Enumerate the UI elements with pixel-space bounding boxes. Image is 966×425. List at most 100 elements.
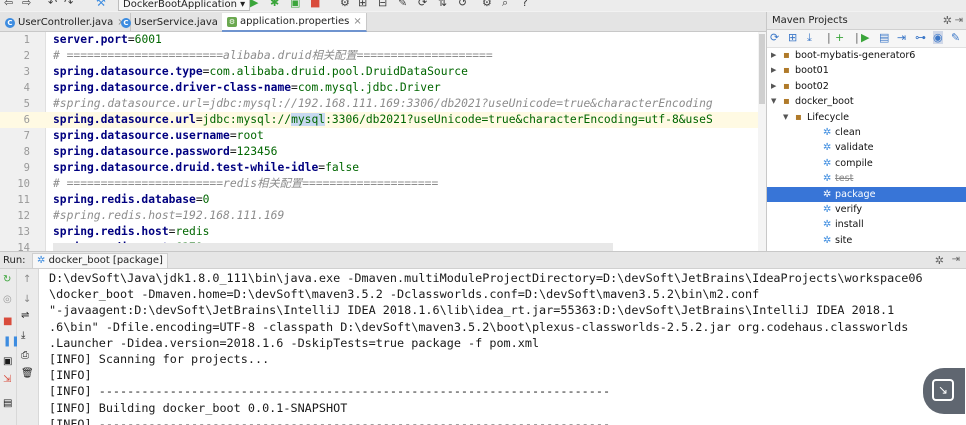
hammer-icon[interactable]: ⚒ (96, 0, 106, 9)
settings-icon[interactable]: ⚙ (482, 0, 492, 9)
code-line[interactable]: 5 #spring.datasource.url=jdbc:mysql://192… (0, 96, 766, 112)
redo-icon[interactable]: ↷ (64, 0, 73, 9)
property-value: jdbc:mysql:// (202, 113, 292, 126)
collapse-icon[interactable]: ◉ (933, 31, 943, 44)
run-config-select[interactable]: DockerBootApplication ▾ (118, 0, 251, 11)
code-line[interactable]: 13 spring.redis.host=redis (0, 224, 766, 240)
show-dependencies-icon[interactable]: ⊶ (915, 31, 926, 44)
trash-icon[interactable]: 🗑 (21, 369, 34, 379)
maven-tree-item[interactable]: ✲ package (767, 186, 966, 202)
maven-tree-item[interactable]: ✲ verify (767, 202, 966, 217)
print-icon[interactable]: ⎙ (21, 351, 29, 361)
code-line[interactable]: 6 spring.datasource.url=jdbc:mysql://mysq… (0, 112, 766, 128)
maven-panel-title: Maven Projects (772, 15, 848, 26)
revert-icon[interactable]: ↺ (458, 0, 467, 9)
tab-0[interactable]: CUserController.java× (0, 13, 131, 32)
hide-panel-icon[interactable]: ⇥ (952, 254, 960, 265)
forward-icon[interactable]: ⇨ (22, 0, 31, 9)
code-editor[interactable]: 1 server.port=6001 2 # ====================… (0, 32, 766, 251)
maven-tree-item[interactable]: ✲ site (767, 233, 966, 248)
code-line[interactable]: 12 #spring.redis.host=192.168.111.169 (0, 208, 766, 224)
code-line[interactable]: 2 # =======================alibaba.druid相… (0, 48, 766, 64)
reimport-icon[interactable]: ⟳ (770, 31, 779, 44)
code-line[interactable]: 11 spring.redis.database=0 (0, 192, 766, 208)
generate-sources-icon[interactable]: ⊞ (788, 31, 797, 44)
maven-tree-item[interactable]: ✲ clean (767, 125, 966, 140)
editor-vertical-scrollbar[interactable] (758, 32, 766, 251)
tree-item-label: boot-mybatis-generator6 (795, 50, 916, 61)
tab-1[interactable]: CUserService.java× (116, 13, 236, 32)
sdk-icon[interactable]: ⊟ (378, 0, 387, 9)
help-icon[interactable]: ? (522, 0, 528, 9)
arrow-down-icon[interactable]: ↓ (23, 295, 31, 305)
code-line[interactable]: 10 # =======================redis相关配置====… (0, 176, 766, 192)
maven-tree-item[interactable]: ▼ ▪ Lifecycle (767, 110, 966, 125)
arrow-up-icon[interactable]: ↑ (23, 275, 31, 285)
toggle-offline-icon[interactable]: ▤ (879, 31, 889, 44)
structure-icon[interactable]: ⊞ (358, 0, 367, 9)
dump-icon[interactable]: ▣ (3, 357, 12, 367)
property-value: root (236, 129, 264, 142)
gear-icon[interactable]: ✲ (935, 254, 944, 267)
property-value: redis (175, 225, 210, 238)
run-goal-icon[interactable]: ▶ (861, 31, 869, 44)
build-icon[interactable]: ⚙ (340, 0, 350, 9)
coverage-icon[interactable]: ▣ (290, 0, 300, 9)
chevron-right-icon[interactable]: ▶ (771, 79, 776, 94)
stop-icon[interactable]: ■ (3, 317, 12, 327)
code-line[interactable]: 4 spring.datasource.driver-class-name=com… (0, 80, 766, 96)
scroll-thumb[interactable] (759, 34, 765, 104)
soft-wrap-icon[interactable]: ⇌ (21, 311, 29, 321)
wrench-icon[interactable]: ✎ (951, 31, 960, 44)
code-line[interactable]: 9 spring.datasource.druid.test-while-idle… (0, 160, 766, 176)
code-lines[interactable]: 1 server.port=6001 2 # ====================… (0, 32, 766, 251)
code-line[interactable]: 1 server.port=6001 (0, 32, 766, 48)
debug-icon[interactable]: ✱ (270, 0, 279, 9)
chevron-right-icon[interactable]: ▶ (771, 63, 776, 78)
maven-tree-item[interactable]: ✲ test (767, 171, 966, 186)
stop-inactive-icon[interactable]: ◎ (3, 295, 12, 305)
add-icon[interactable]: + (835, 31, 844, 44)
run-icon[interactable]: ▶ (250, 0, 258, 9)
line-number: 7 (23, 130, 30, 142)
wrench-icon[interactable]: ✎ (398, 0, 407, 9)
maven-tree-item[interactable]: ✲ validate (767, 140, 966, 155)
maven-tree-item[interactable]: ✲ compile (767, 156, 966, 171)
tab-2[interactable]: ⚙ application.properties × (222, 13, 367, 32)
editor-horizontal-scrollbar[interactable] (53, 243, 613, 251)
code-line[interactable]: 7 spring.datasource.username=root (0, 128, 766, 144)
close-icon[interactable]: × (353, 16, 361, 27)
hide-panel-icon[interactable]: ⇥ (955, 12, 963, 30)
floating-capture-button[interactable]: ↘ (923, 368, 965, 414)
maven-tree-item[interactable]: ▶ ▪ boot-mybatis-generator6 (767, 48, 966, 63)
layout-icon[interactable]: ▤ (3, 399, 12, 409)
skip-tests-icon[interactable]: ⇥ (897, 31, 906, 44)
vcs-icon[interactable]: ⇅ (438, 0, 447, 9)
maven-tree-item[interactable]: ▶ ▪ boot01 (767, 63, 966, 78)
rerun-icon[interactable]: ↻ (3, 275, 11, 285)
property-key: spring.redis.database (53, 193, 196, 206)
gear-icon[interactable]: ✲ (943, 12, 952, 30)
run-tab[interactable]: ✲ docker_boot [package] (32, 253, 168, 269)
code-line[interactable]: 8 spring.datasource.password=123456 (0, 144, 766, 160)
maven-tree-item[interactable]: ▶ ▪ boot02 (767, 79, 966, 94)
code-line[interactable]: 3 spring.datasource.type=com.alibaba.drui… (0, 64, 766, 80)
search-icon[interactable]: ⌕ (502, 0, 508, 10)
separator: | (827, 31, 831, 44)
back-icon[interactable]: ⇦ (4, 0, 13, 9)
property-value: com.alibaba.druid.pool.DruidDataSource (209, 65, 468, 78)
chevron-down-icon[interactable]: ▼ (771, 94, 776, 109)
tree-item-label: compile (835, 157, 873, 169)
maven-tree-item[interactable]: ▼ ▪ docker_boot (767, 94, 966, 109)
update-icon[interactable]: ⟳ (418, 0, 427, 9)
chevron-down-icon[interactable]: ▼ (783, 110, 788, 125)
undo-icon[interactable]: ↶ (48, 0, 57, 9)
line-number: 10 (17, 178, 30, 190)
stop-icon[interactable]: ■ (310, 0, 320, 9)
console-output[interactable]: D:\devSoft\Java\jdk1.8.0_111\bin\java.ex… (39, 269, 966, 425)
scroll-to-end-icon[interactable]: ⤓ (21, 331, 25, 341)
maven-tree-item[interactable]: ✲ install (767, 217, 966, 232)
chevron-right-icon[interactable]: ▶ (771, 48, 776, 63)
download-icon[interactable]: ⤓ (807, 31, 812, 45)
exit-icon[interactable]: ⇲ (3, 375, 11, 385)
